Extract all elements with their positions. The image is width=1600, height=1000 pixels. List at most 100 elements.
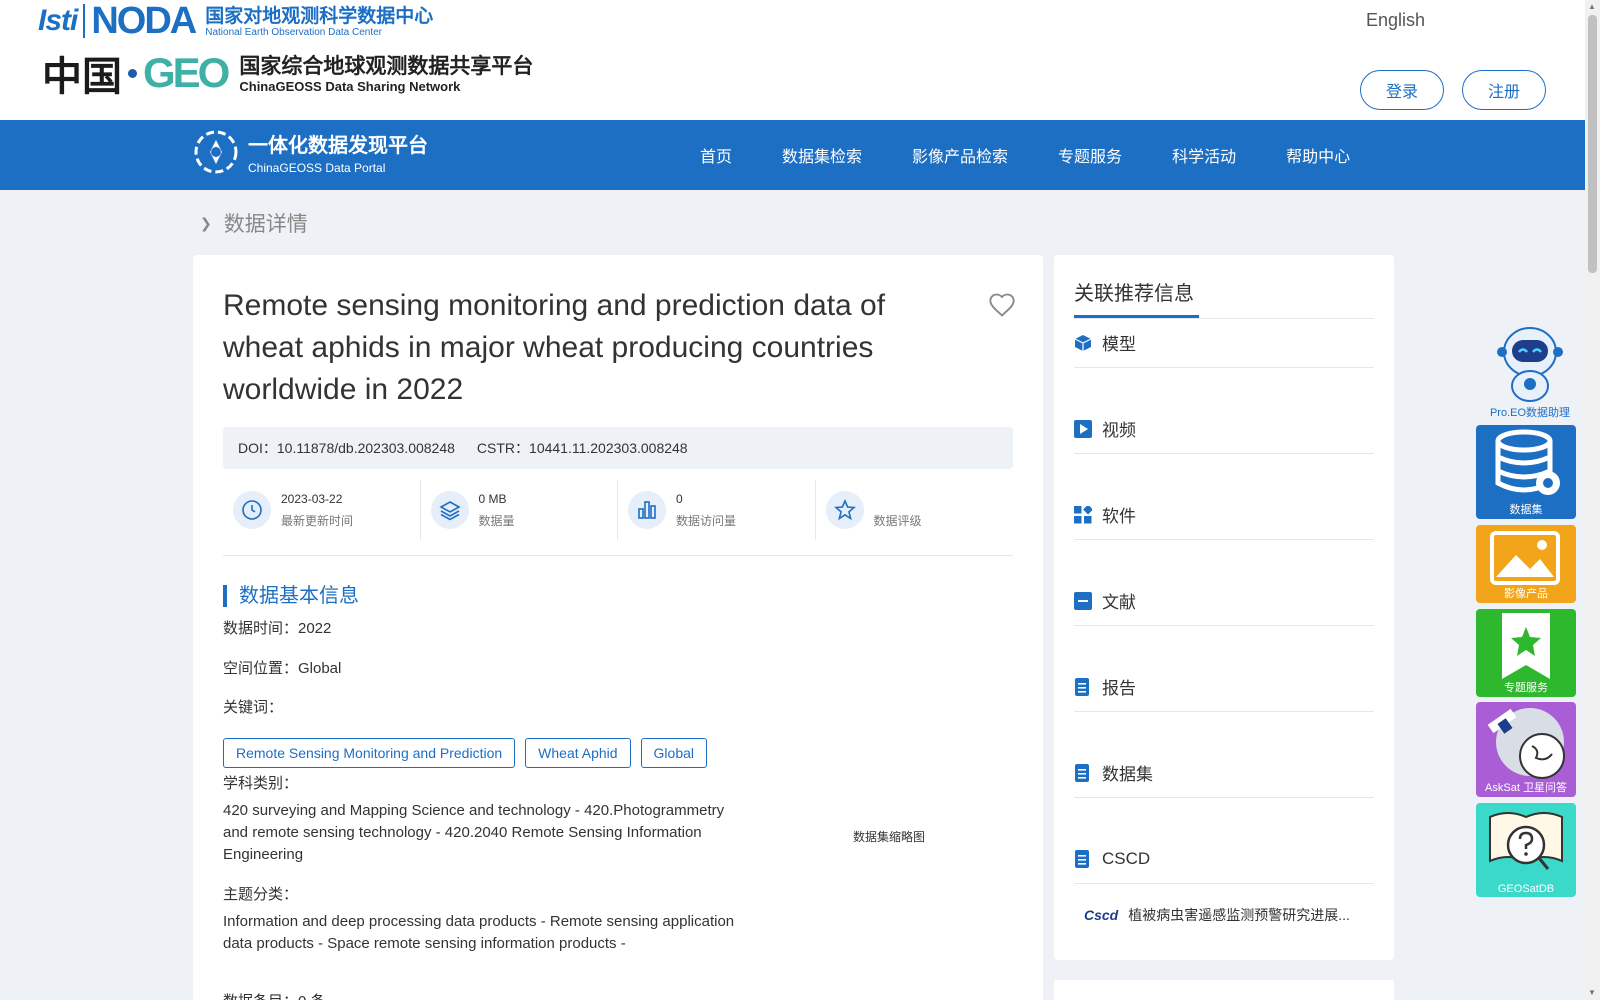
- stat-visits: 0 数据访问量: [618, 480, 816, 540]
- nav-item-science-activities[interactable]: 科学活动: [1172, 143, 1236, 167]
- chinageo-prefix: 中国: [42, 53, 122, 100]
- secondary-side-panel: [1054, 980, 1394, 1000]
- related-item-dataset[interactable]: 数据集: [1074, 748, 1374, 798]
- document-icon: [1074, 591, 1092, 610]
- stat-value: 0 MB: [478, 491, 507, 506]
- stat-updated: 2023-03-22 最新更新时间: [223, 480, 421, 540]
- theme-value: Information and deep processing data pro…: [223, 913, 735, 952]
- nav-item-dataset-search[interactable]: 数据集检索: [782, 143, 862, 167]
- scroll-up-icon[interactable]: ▲: [1588, 2, 1596, 11]
- istic-logo-mark: Isti: [38, 4, 78, 37]
- tool-geosatdb-label: GEOSatDB: [1497, 883, 1555, 895]
- tool-geosatdb[interactable]: GEOSatDB: [1476, 803, 1576, 897]
- layers-icon: [430, 491, 469, 529]
- report-icon: [1075, 677, 1089, 696]
- chevron-right-icon: ❯: [200, 214, 212, 231]
- related-item-model[interactable]: 模型: [1074, 318, 1374, 368]
- stat-label: 最新更新时间: [281, 513, 354, 528]
- portal-text: 一体化数据发现平台 ChinaGEOSS Data Portal: [248, 129, 428, 175]
- page-scrollbar[interactable]: ▲ ▼: [1585, 0, 1600, 1000]
- login-button[interactable]: 登录: [1360, 70, 1444, 110]
- stat-value: 2023-03-22: [281, 491, 343, 506]
- apps-icon: [1074, 505, 1092, 523]
- keyword-tag[interactable]: Wheat Aphid: [525, 738, 631, 768]
- play-icon: [1074, 419, 1092, 438]
- keyword-list: Remote Sensing Monitoring and Prediction…: [223, 738, 717, 768]
- related-item-cscd[interactable]: CSCD: [1074, 834, 1374, 884]
- cstr-text[interactable]: CSTR：10441.11.202303.008248: [477, 438, 688, 458]
- dataset-thumbnail: 数据集缩略图: [853, 830, 926, 844]
- dataset-icon: [1075, 763, 1089, 782]
- chinageo-name-en: ChinaGEOSS Data Sharing Network: [239, 78, 461, 94]
- assistant-label: Pro.EO数据助理: [1489, 407, 1571, 419]
- related-item-literature[interactable]: 文献: [1074, 576, 1374, 626]
- tool-asksat[interactable]: AskSat 卫星问答: [1476, 702, 1576, 797]
- cube-icon: [1074, 334, 1092, 351]
- noda-logo[interactable]: Isti NODA 国家对地观测科学数据中心 National Earth Ob…: [38, 0, 433, 42]
- related-recommendations-panel: 关联推荐信息 模型 视频 软件 文献 报告 数据集 CSCD Cscd 植被病虫…: [1054, 255, 1394, 960]
- stat-value: 0: [676, 491, 683, 506]
- dataset-detail-card: Remote sensing monitoring and prediction…: [193, 255, 1043, 1000]
- scrollbar-thumb[interactable]: [1588, 15, 1597, 273]
- tool-dataset-label: 数据集: [1509, 504, 1543, 516]
- main-navbar: 一体化数据发现平台 ChinaGEOSS Data Portal 首页 数据集检…: [0, 120, 1585, 190]
- nav-item-help-center[interactable]: 帮助中心: [1286, 143, 1350, 167]
- clock-icon: [233, 491, 271, 529]
- star-icon: [825, 491, 864, 529]
- assistant-robot-button[interactable]: Pro.EO数据助理: [1480, 322, 1580, 419]
- breadcrumb-current: 数据详情: [223, 213, 308, 236]
- portal-logo[interactable]: 一体化数据发现平台 ChinaGEOSS Data Portal: [192, 128, 428, 176]
- bookmark-star-icon: [1502, 613, 1550, 679]
- stat-label: 数据访问量: [676, 513, 737, 528]
- tool-topic-label: 专题服务: [1504, 682, 1548, 694]
- cscd-logo: Cscd: [1084, 907, 1119, 923]
- doi-text[interactable]: DOI：10.11878/db.202303.008248: [238, 438, 455, 458]
- tool-dataset[interactable]: 数据集: [1476, 425, 1576, 519]
- theme-label: 主题分类：: [223, 886, 299, 903]
- related-item-label: 软件: [1102, 507, 1136, 526]
- bar-chart-icon: [628, 491, 666, 529]
- divider: [223, 555, 1013, 556]
- related-item-label: 文献: [1102, 593, 1136, 612]
- image-gallery-icon: [1490, 531, 1560, 585]
- database-gear-icon: [1495, 429, 1560, 495]
- portal-name-en: ChinaGEOSS Data Portal: [248, 161, 386, 175]
- robot-icon: [1497, 327, 1563, 402]
- keyword-tag[interactable]: Remote Sensing Monitoring and Prediction: [223, 738, 516, 768]
- chinageo-mark: GEO: [143, 49, 230, 96]
- nav-item-imagery-search[interactable]: 影像产品检索: [912, 143, 1008, 167]
- scroll-down-icon[interactable]: ▼: [1588, 988, 1596, 997]
- cscd-article-link[interactable]: Cscd 植被病虫害遥感监测预警研究进展...: [1084, 905, 1350, 925]
- related-title: 关联推荐信息: [1074, 283, 1194, 305]
- related-item-video[interactable]: 视频: [1074, 404, 1374, 454]
- favorite-heart-icon[interactable]: [988, 291, 1016, 319]
- related-item-report[interactable]: 报告: [1074, 662, 1374, 712]
- breadcrumb: ❯ 数据详情: [200, 208, 308, 238]
- language-switch[interactable]: English: [1366, 10, 1425, 31]
- chinageo-dot: [128, 68, 137, 78]
- data-entries: 数据条目：0 条: [223, 990, 326, 1000]
- tool-imagery-label: 影像产品: [1504, 588, 1548, 600]
- related-item-label: 报告: [1102, 679, 1136, 698]
- related-item-software[interactable]: 软件: [1074, 490, 1374, 540]
- stat-rating: 数据评级: [816, 480, 1014, 540]
- discipline-value: 420 surveying and Mapping Science and te…: [223, 802, 725, 863]
- nav-item-home[interactable]: 首页: [700, 143, 732, 167]
- tool-topic[interactable]: 专题服务: [1476, 609, 1576, 697]
- related-item-label: CSCD: [1102, 848, 1151, 868]
- chinageo-logo[interactable]: 中国 GEO 国家综合地球观测数据共享平台 ChinaGEOSS Data Sh…: [42, 44, 662, 102]
- chinageo-name-cn: 国家综合地球观测数据共享平台: [239, 53, 534, 78]
- nav-menu: 首页 数据集检索 影像产品检索 专题服务 科学活动 帮助中心: [700, 120, 1400, 190]
- tool-asksat-label: AskSat 卫星问答: [1485, 782, 1567, 794]
- tool-imagery[interactable]: 影像产品: [1476, 525, 1576, 603]
- stat-value: [874, 492, 922, 508]
- noda-logo-mark: NODA: [91, 0, 197, 42]
- keyword-tag[interactable]: Global: [640, 738, 708, 768]
- related-item-label: 模型: [1102, 335, 1136, 354]
- chinageo-text: 国家综合地球观测数据共享平台 ChinaGEOSS Data Sharing N…: [239, 53, 533, 94]
- data-time: 数据时间：2022: [223, 620, 332, 637]
- nav-item-topic-services[interactable]: 专题服务: [1058, 143, 1122, 167]
- noda-logo-text: 国家对地观测科学数据中心 National Earth Observation …: [205, 5, 433, 38]
- cscd-icon: [1075, 849, 1089, 868]
- register-button[interactable]: 注册: [1462, 70, 1546, 110]
